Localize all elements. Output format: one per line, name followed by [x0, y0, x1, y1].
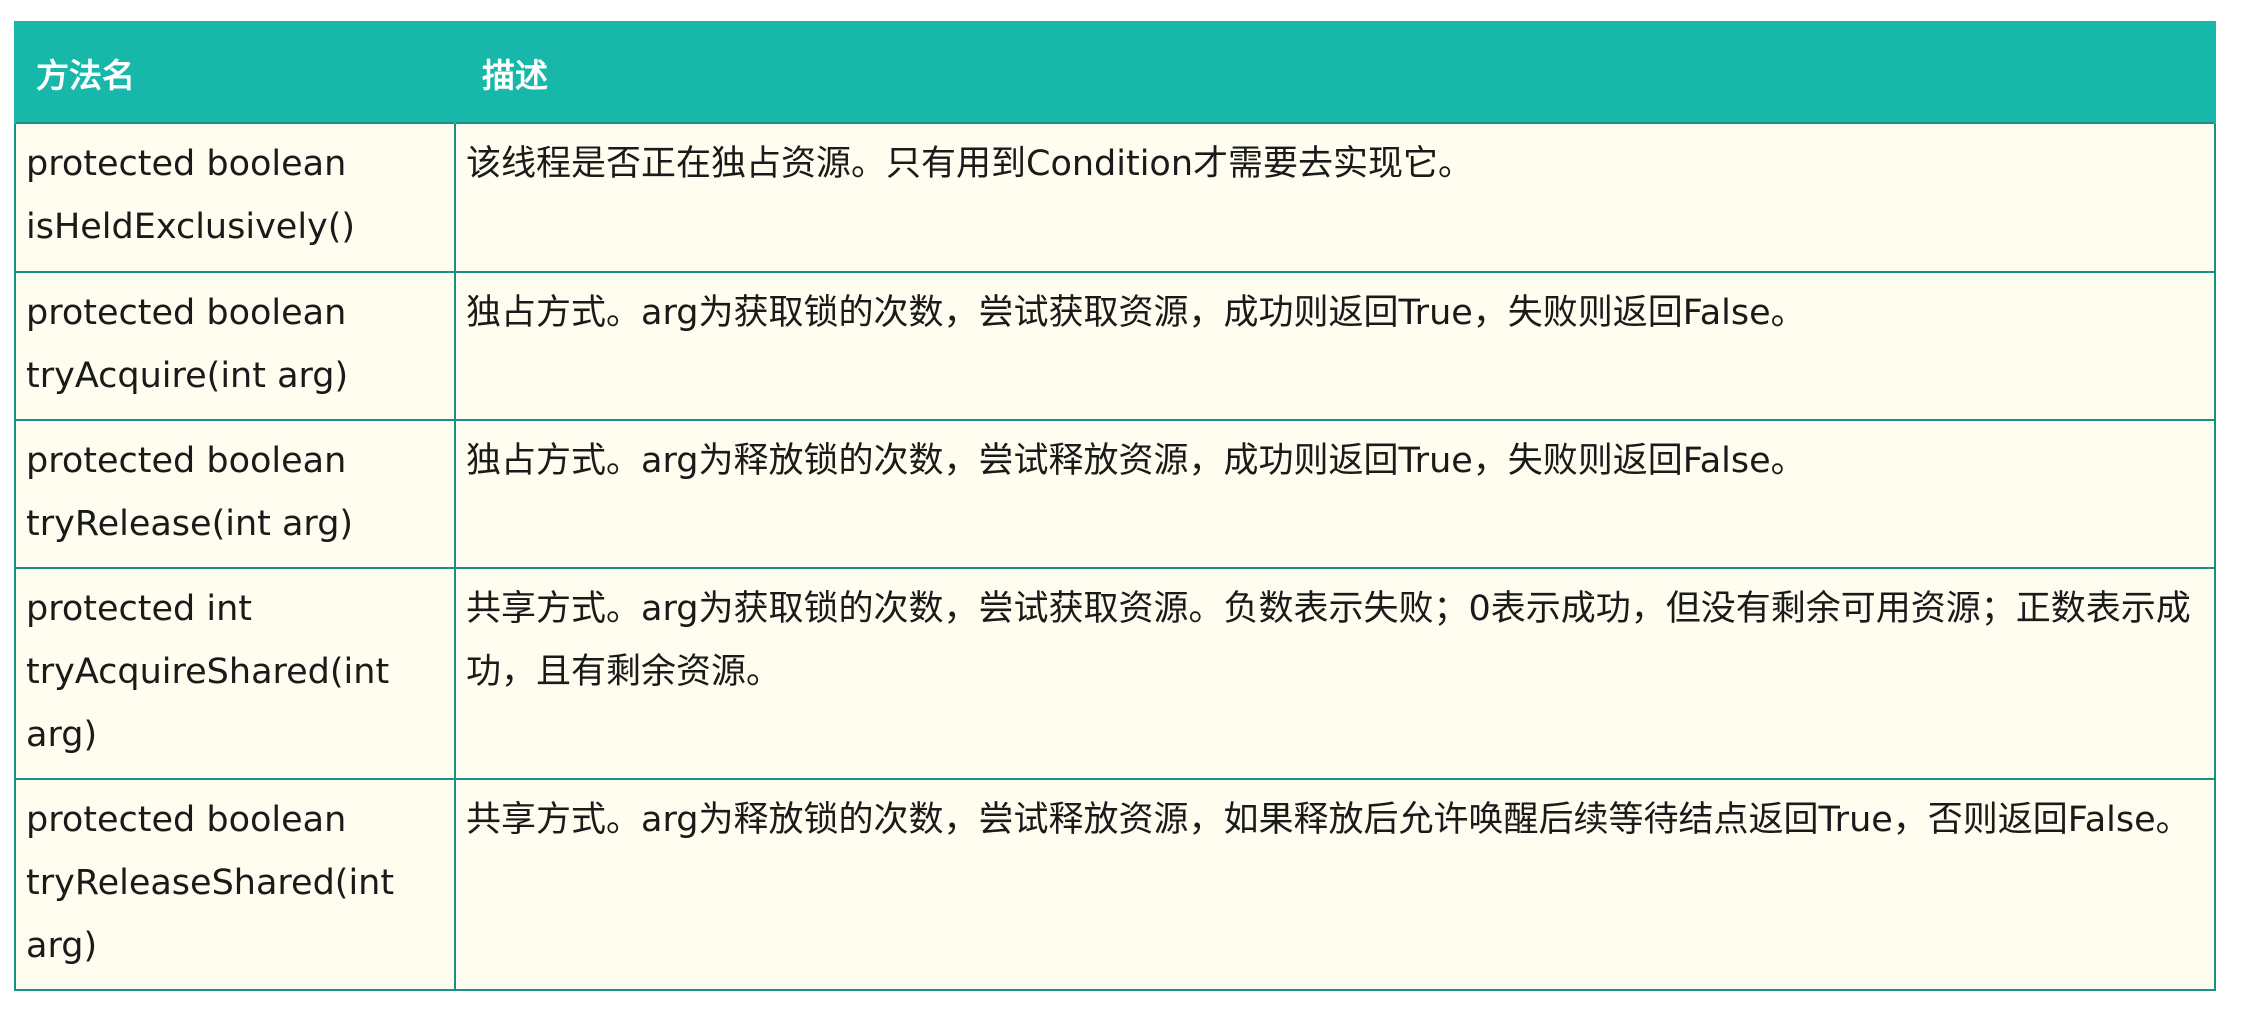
description-line: 该线程是否正在独占资源。只有用到Condition才需要去实现它。 [466, 144, 1474, 184]
description-line: 独占方式。arg为获取锁的次数，尝试获取资源，成功则返回True，失败则返回Fa… [466, 293, 1806, 333]
method-cell: protected boolean isHeldExclusively() [14, 122, 456, 273]
method-table-container: 方法名 描述 protected boolean isHeldExclusive… [14, 21, 2216, 991]
method-cell: protected boolean tryRelease(int arg) [14, 419, 456, 569]
method-cell: protected boolean tryAcquire(int arg) [14, 271, 456, 421]
description-cell: 共享方式。arg为释放锁的次数，尝试释放资源，如果释放后允许唤醒后续等待结点返回… [454, 778, 2216, 991]
description-line: 功，且有剩余资源。 [466, 652, 782, 692]
method-line: tryAcquireShared(int [26, 652, 390, 692]
header-method-name: 方法名 [14, 21, 456, 123]
table-row: protected int tryAcquireShared(int arg) … [14, 567, 2216, 780]
method-line: protected boolean [26, 800, 347, 840]
table-row: protected boolean isHeldExclusively() 该线… [14, 122, 2216, 273]
description-cell: 共享方式。arg为获取锁的次数，尝试获取资源。负数表示失败；0表示成功，但没有剩… [454, 567, 2216, 780]
method-cell: protected boolean tryReleaseShared(int a… [14, 778, 456, 991]
method-cell: protected int tryAcquireShared(int arg) [14, 567, 456, 780]
description-line: 共享方式。arg为获取锁的次数，尝试获取资源。负数表示失败；0表示成功，但没有剩… [466, 589, 2191, 629]
header-description: 描述 [454, 21, 2216, 123]
table-row: protected boolean tryAcquire(int arg) 独占… [14, 271, 2216, 421]
method-line: arg) [26, 715, 98, 755]
header-row: 方法名 描述 [14, 21, 2216, 123]
method-line: protected boolean [26, 144, 347, 184]
method-line: protected boolean [26, 293, 347, 333]
method-line: protected int [26, 589, 252, 629]
description-line: 共享方式。arg为释放锁的次数，尝试释放资源，如果释放后允许唤醒后续等待结点返回… [466, 800, 2191, 840]
method-line: tryAcquire(int arg) [26, 356, 349, 396]
table-row: protected boolean tryReleaseShared(int a… [14, 778, 2216, 991]
description-cell: 独占方式。arg为释放锁的次数，尝试释放资源，成功则返回True，失败则返回Fa… [454, 419, 2216, 569]
method-line: tryReleaseShared(int [26, 863, 395, 903]
description-cell: 独占方式。arg为获取锁的次数，尝试获取资源，成功则返回True，失败则返回Fa… [454, 271, 2216, 421]
method-table: 方法名 描述 protected boolean isHeldExclusive… [14, 21, 2216, 991]
table-row: protected boolean tryRelease(int arg) 独占… [14, 419, 2216, 569]
description-line: 独占方式。arg为释放锁的次数，尝试释放资源，成功则返回True，失败则返回Fa… [466, 441, 1806, 481]
method-line: tryRelease(int arg) [26, 504, 354, 544]
description-cell: 该线程是否正在独占资源。只有用到Condition才需要去实现它。 [454, 122, 2216, 273]
method-line: isHeldExclusively() [26, 207, 356, 247]
method-line: protected boolean [26, 441, 347, 481]
method-line: arg) [26, 926, 98, 966]
